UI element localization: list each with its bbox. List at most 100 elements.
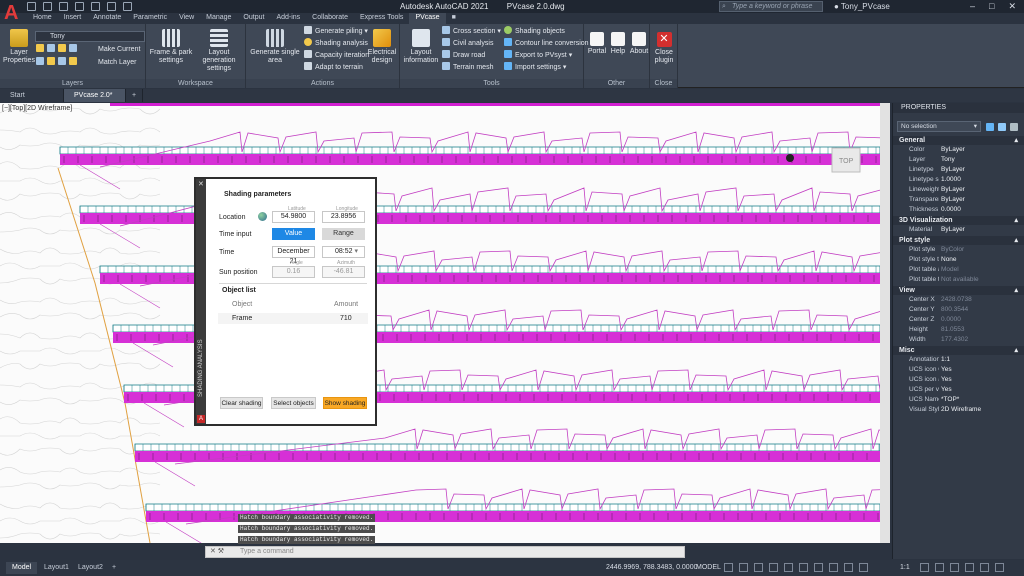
transparency-icon[interactable]	[829, 563, 838, 572]
close-icon[interactable]: ✕	[1008, 1, 1016, 12]
property-row[interactable]: Plot style ByColor	[893, 245, 1024, 255]
graphics-icon[interactable]	[965, 563, 974, 572]
layer-unisolate-icon[interactable]	[36, 57, 44, 65]
property-row[interactable]: Height 81.0553	[893, 325, 1024, 335]
new-file-icon[interactable]	[27, 2, 36, 11]
property-row[interactable]: UCS icon at...Yes	[893, 375, 1024, 385]
undo-icon[interactable]	[107, 2, 116, 11]
tab-layout1[interactable]: Layout1	[38, 562, 75, 574]
property-row[interactable]: UCS icon OnYes	[893, 365, 1024, 375]
viewport-label[interactable]: [−][Top][2D Wireframe]	[2, 105, 72, 112]
help-button[interactable]: Help	[608, 32, 628, 56]
tab-home[interactable]: Home	[27, 13, 58, 24]
tab-add-ins[interactable]: Add-ins	[270, 13, 306, 24]
selection-cycling-icon[interactable]	[844, 563, 853, 572]
plot-icon[interactable]	[91, 2, 100, 11]
layer-unlock-icon[interactable]	[58, 57, 66, 65]
property-row[interactable]: Annotation s...1:1	[893, 355, 1024, 365]
workspace-icon[interactable]	[920, 563, 929, 572]
property-row[interactable]: Plot style tableNone	[893, 255, 1024, 265]
property-row[interactable]: Width 177.4302	[893, 335, 1024, 345]
property-row[interactable]: Center X 2428.0738	[893, 295, 1024, 305]
property-section-header[interactable]: 3D Visualization	[893, 216, 1024, 225]
layer-on-icon[interactable]	[69, 57, 77, 65]
contour-line-conversion-button[interactable]: Contour line conversion	[504, 38, 589, 49]
save-as-icon[interactable]	[75, 2, 84, 11]
property-row[interactable]: Material ByLayer	[893, 225, 1024, 235]
adapt-to-terrain-button[interactable]: Adapt to terrain	[304, 62, 363, 73]
tab-parametric[interactable]: Parametric	[127, 13, 173, 24]
tab-view[interactable]: View	[173, 13, 200, 24]
units-icon[interactable]	[935, 563, 944, 572]
lineweight-icon[interactable]	[814, 563, 823, 572]
open-file-icon[interactable]	[43, 2, 52, 11]
annotation-scale[interactable]: 1:1	[900, 564, 910, 571]
command-input[interactable]: ✕ ⚒ Type a command	[205, 546, 685, 558]
doc-tab-start[interactable]: Start	[0, 89, 64, 102]
longitude-field[interactable]: 23.8956	[322, 211, 365, 223]
tab-insert[interactable]: Insert	[58, 13, 88, 24]
layout-information-button[interactable]: Layout information	[402, 29, 440, 65]
range-button[interactable]: Range	[322, 228, 365, 240]
command-close-icon[interactable]: ✕ ⚒	[210, 547, 224, 557]
layer-freeze-icon[interactable]	[58, 44, 66, 52]
selection-dropdown[interactable]: No selection ▾	[897, 121, 981, 132]
latitude-field[interactable]: 54.9800	[272, 211, 315, 223]
tab-express-tools[interactable]: Express Tools	[354, 13, 409, 24]
layer-isolate-icon[interactable]	[47, 44, 55, 52]
isolate-icon[interactable]	[950, 563, 959, 572]
electrical-design-button[interactable]: Electrical design	[366, 29, 398, 65]
portal-button[interactable]: Portal	[586, 32, 608, 56]
layer-dropdown[interactable]: Tony	[35, 31, 145, 42]
property-row[interactable]: Thickness 0.0000	[893, 205, 1024, 215]
capacity-iteration-button[interactable]: Capacity iteration	[304, 50, 369, 61]
tab-collaborate[interactable]: Collaborate	[306, 13, 354, 24]
frame-park-settings-button[interactable]: Frame & park settings	[148, 29, 194, 65]
property-section-header[interactable]: General	[893, 136, 1024, 145]
property-row[interactable]: Lineweight ByLayer	[893, 185, 1024, 195]
clear-shading-button[interactable]: Clear shading	[220, 397, 263, 409]
polar-icon[interactable]	[769, 563, 778, 572]
make-current-button[interactable]: Make Current	[98, 44, 140, 55]
quick-select-icon[interactable]	[1010, 123, 1018, 131]
tab-output[interactable]: Output	[237, 13, 270, 24]
annotation-icon[interactable]	[859, 563, 868, 572]
show-shading-button[interactable]: Show shading	[323, 397, 367, 409]
model-space-toggle[interactable]: MODEL	[696, 564, 721, 571]
maximize-icon[interactable]: □	[989, 1, 994, 12]
snap-icon[interactable]	[739, 563, 748, 572]
vertical-scrollbar[interactable]	[880, 103, 890, 543]
import-settings-button[interactable]: Import settings ▾	[504, 62, 566, 73]
table-row[interactable]: Frame 710	[218, 313, 368, 324]
new-tab-icon[interactable]: +	[126, 89, 144, 102]
property-row[interactable]: Visual Style2D Wireframe	[893, 405, 1024, 415]
property-row[interactable]: Linetype ByLayer	[893, 165, 1024, 175]
layer-properties-button[interactable]: Layer Properties	[3, 29, 35, 65]
user-account[interactable]: ● Tony_PVcase	[834, 2, 890, 11]
value-button[interactable]: Value	[272, 228, 315, 240]
property-row[interactable]: UCS per view...Yes	[893, 385, 1024, 395]
layout-generation-settings-button[interactable]: Layout generation settings	[194, 29, 244, 73]
help-search-input[interactable]: ⌕ Type a keyword or phrase	[719, 1, 823, 12]
autocad-logo-icon[interactable]: A	[4, 2, 22, 24]
shading-objects-button[interactable]: Shading objects	[504, 26, 565, 37]
grid-icon[interactable]	[724, 563, 733, 572]
property-row[interactable]: UCS Name *TOP*	[893, 395, 1024, 405]
civil-analysis-button[interactable]: Civil analysis	[442, 38, 493, 49]
cross-section-button[interactable]: Cross section ▾	[442, 26, 501, 37]
property-row[interactable]: TransparencyByLayer	[893, 195, 1024, 205]
shading-analysis-button[interactable]: Shading analysis	[304, 38, 368, 49]
tab-model[interactable]: Model	[6, 562, 38, 574]
dialog-close-icon[interactable]: ✕	[198, 180, 204, 188]
tab-annotate[interactable]: Annotate	[87, 13, 127, 24]
time-select[interactable]: 08:52 ▾	[322, 246, 365, 258]
property-section-header[interactable]: View	[893, 286, 1024, 295]
select-objects-button[interactable]: Select objects	[271, 397, 316, 409]
layer-lock-icon[interactable]	[69, 44, 77, 52]
add-layout-icon[interactable]: +	[106, 562, 122, 574]
draw-road-button[interactable]: Draw road	[442, 50, 485, 61]
customize-icon[interactable]	[995, 563, 1004, 572]
property-row[interactable]: Plot table typeNot available	[893, 275, 1024, 285]
generate-single-area-button[interactable]: Generate single area	[250, 29, 300, 65]
export-pvsyst-button[interactable]: Export to PVsyst ▾	[504, 50, 572, 61]
